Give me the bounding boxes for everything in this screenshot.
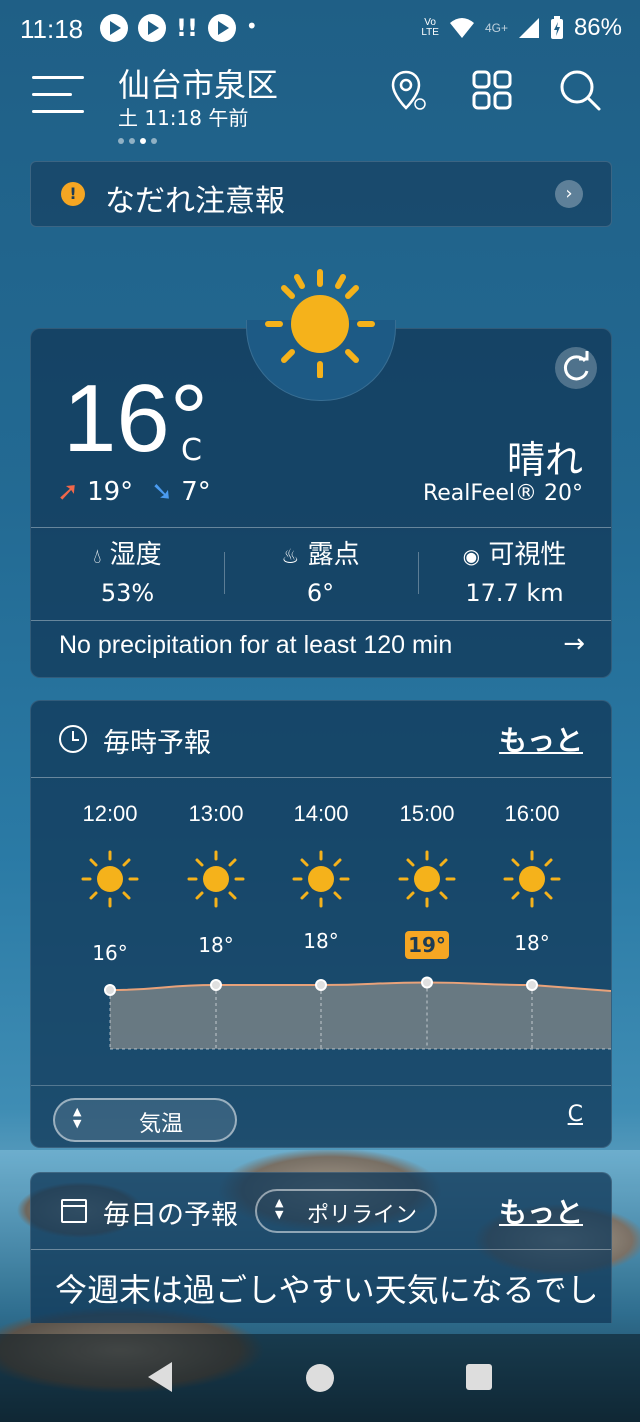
status-bar: 11:18 !! • Vo LTE 4G+ 86% [0, 0, 640, 60]
location-pin-icon[interactable] [384, 68, 428, 112]
recents-icon[interactable] [466, 1364, 492, 1390]
location-datetime: 土 11:18 午前 [118, 106, 249, 130]
chart-type-label: ポリライン [307, 1203, 418, 1228]
hourly-footer: ▲ ▼ 気温 C [31, 1085, 611, 1148]
daily-headline[interactable]: 今週末は過ごしやすい天気になるでし [55, 1265, 595, 1311]
avalanche-alert-banner[interactable]: ! なだれ注意報 › [30, 161, 612, 227]
alert-notification-icon: !! [176, 14, 198, 42]
humidity-value: 53% [100, 579, 155, 607]
hourly-item[interactable]: 12:00 [57, 801, 163, 909]
daily-more-link[interactable]: もっと [499, 1191, 583, 1231]
home-icon[interactable] [306, 1364, 334, 1392]
volte-icon: Vo LTE [421, 17, 439, 38]
arrow-down-icon: ➘ [151, 477, 173, 507]
hourly-temp: 18° [514, 931, 550, 955]
location-title[interactable]: 仙台市泉区 [118, 60, 278, 106]
daily-forecast-card: 毎日の予報 ▲ ▼ ポリライン もっと 今週末は過ごしやすい天気になるでし [30, 1172, 612, 1323]
arrow-right-icon[interactable]: → [563, 629, 585, 659]
navigation-bar [0, 1334, 640, 1422]
droplet-icon: 💧︎ [93, 544, 102, 568]
eye-icon: ◉ [462, 544, 481, 568]
high-temp: 19° [87, 477, 134, 507]
temperature-point [526, 979, 538, 991]
visibility-value: 17.7 km [465, 579, 564, 607]
arrow-up-icon: ➚ [57, 477, 79, 507]
system-icons: Vo LTE 4G+ 86% [421, 14, 622, 42]
battery-charging-icon [550, 16, 563, 39]
alert-text: なだれ注意報 [105, 184, 285, 219]
notification-icons: !! • [100, 14, 258, 42]
wifi-icon [449, 18, 474, 38]
temperature-unit: C [181, 433, 202, 468]
humidity-metric: 💧︎ 湿度 53% [31, 534, 224, 607]
hourly-temp: 18° [198, 933, 234, 957]
up-down-icon: ▲ ▼ [73, 1105, 82, 1130]
play-notification-icon [100, 14, 128, 42]
chevron-right-icon[interactable]: › [555, 180, 583, 208]
hourly-time: 13:00 [188, 801, 244, 826]
hourly-title: 毎時予報 [103, 728, 211, 759]
up-down-icon: ▲ ▼ [275, 1196, 284, 1221]
hourly-more-link[interactable]: もっと [499, 719, 583, 759]
hourly-header: 毎時予報 もっと [31, 701, 611, 778]
unit-link[interactable]: C [568, 1102, 583, 1127]
metric-selector-label: 気温 [139, 1112, 184, 1137]
hourly-item[interactable]: 15:00 [374, 801, 480, 909]
hourly-forecast-card: 毎時予報 もっと 12:00 16° 13:00 18° 14:00 18° 15:00 19… [30, 700, 612, 1148]
high-low: ➚ 19° ➘ 7° [57, 477, 211, 507]
condition-text: 晴れ [506, 438, 583, 482]
refresh-icon[interactable] [555, 347, 597, 389]
temperature-point [210, 979, 222, 991]
grid-icon[interactable] [470, 68, 514, 112]
more-notifications-icon: • [245, 14, 258, 38]
sunny-icon [397, 849, 457, 909]
temperature-area [110, 982, 611, 1049]
sunny-icon [502, 849, 562, 909]
calendar-icon [61, 1199, 87, 1223]
sunny-icon [265, 269, 375, 378]
back-icon[interactable] [148, 1362, 172, 1392]
signal-icon [518, 18, 539, 38]
network-type: 4G+ [484, 21, 508, 35]
hourly-item[interactable]: 13:00 [163, 801, 269, 909]
menu-icon[interactable] [32, 76, 84, 114]
hourly-temp: 18° [303, 929, 339, 953]
sunny-icon [186, 849, 246, 909]
sunny-icon [80, 849, 140, 909]
temperature-point [315, 979, 327, 991]
sunny-icon [291, 849, 351, 909]
hourly-time: 12:00 [82, 801, 138, 826]
warning-icon: ! [61, 182, 85, 206]
page-indicator [118, 138, 157, 144]
dewpoint-value: 6° [306, 579, 335, 607]
precipitation-text[interactable]: No precipitation for at least 120 min [59, 631, 452, 660]
hourly-temp-selected: 19° [405, 931, 449, 959]
visibility-metric: ◉ 可視性 17.7 km [418, 534, 611, 607]
temperature-point [104, 984, 116, 996]
status-time: 11:18 [20, 14, 84, 44]
search-icon[interactable] [558, 68, 602, 112]
hourly-item[interactable]: 16:00 [479, 801, 585, 909]
hourly-time: 15:00 [399, 801, 455, 826]
hourly-time: 14:00 [293, 801, 349, 826]
dewpoint-icon: ♨︎ [281, 544, 300, 568]
temperature-point [421, 976, 433, 989]
battery-level: 86% [573, 14, 622, 41]
daily-title: 毎日の予報 [103, 1200, 238, 1231]
dewpoint-metric: ♨︎ 露点 6° [224, 534, 417, 607]
metrics-row: 💧︎ 湿度 53% ♨︎ 露点 6° ◉ 可視性 17.7 km [31, 527, 611, 621]
metric-selector[interactable]: ▲ ▼ 気温 [53, 1098, 237, 1142]
hourly-time: 16:00 [504, 801, 560, 826]
temperature-graph [104, 976, 611, 1050]
hourly-item[interactable]: 14:00 [268, 801, 374, 909]
realfeel-text: RealFeel® 20° [422, 481, 583, 506]
play-notification-icon [207, 14, 236, 42]
low-temp: 7° [181, 477, 211, 507]
clock-icon [59, 725, 87, 753]
chart-type-selector[interactable]: ▲ ▼ ポリライン [255, 1189, 437, 1233]
play-notification-icon [138, 14, 166, 42]
